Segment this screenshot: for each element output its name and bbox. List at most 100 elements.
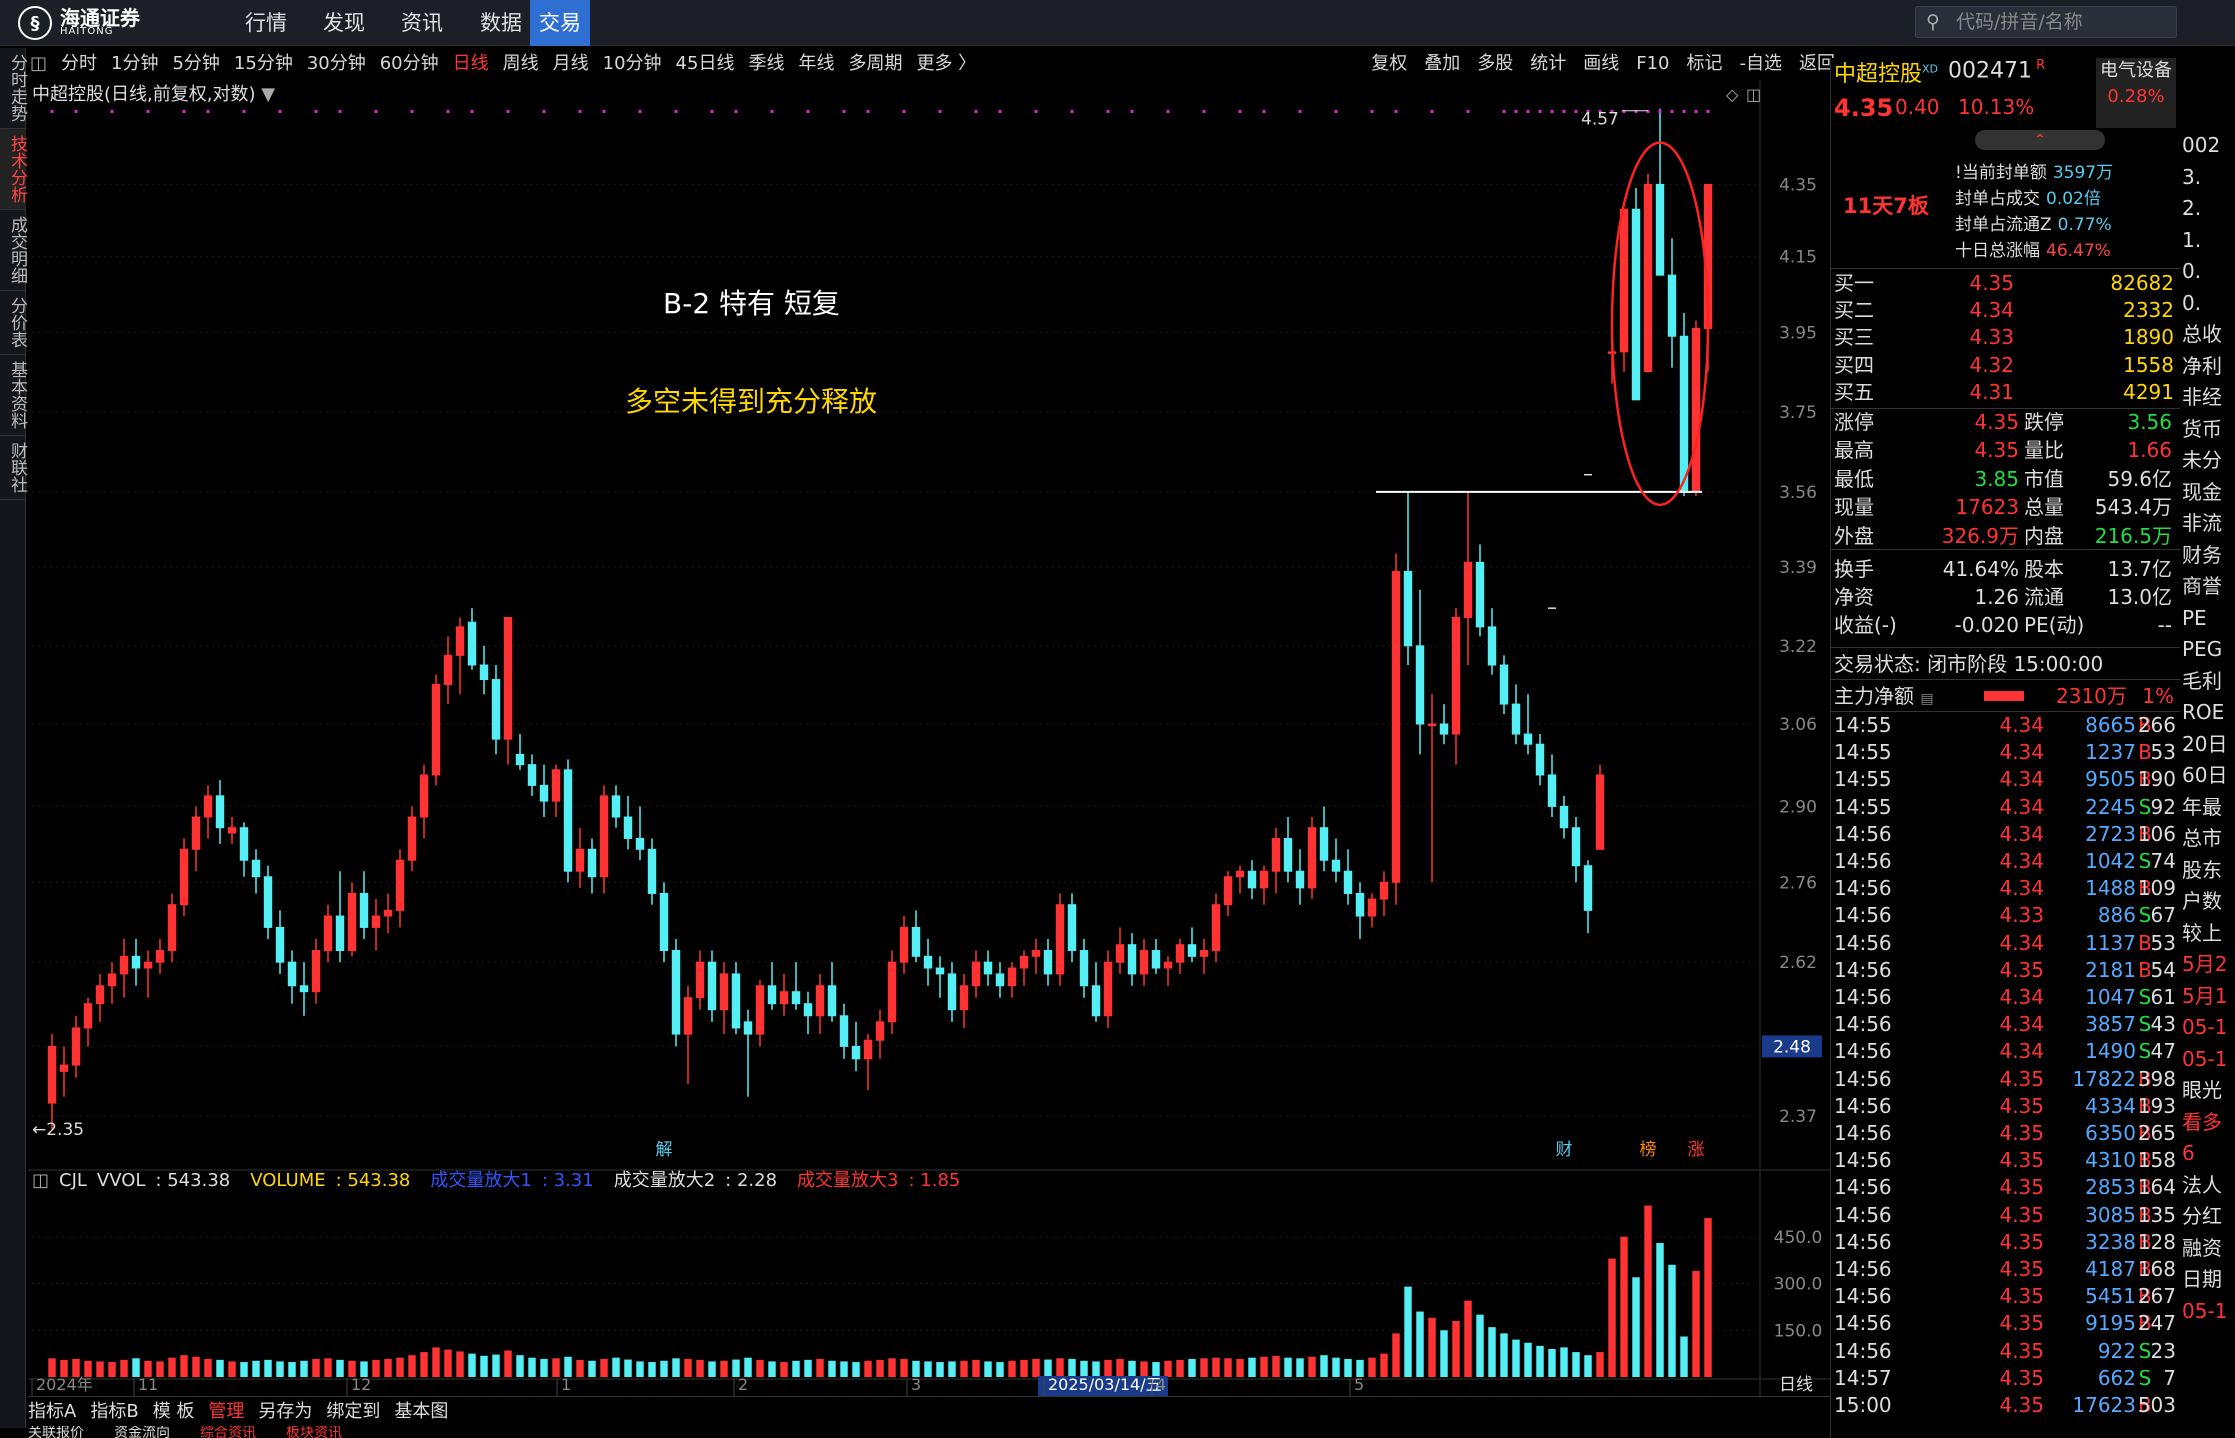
period-tab-4[interactable]: 30分钟 — [307, 48, 366, 80]
side-tab-0[interactable]: 分时走势 — [0, 48, 27, 129]
period-label[interactable]: 日线 — [1779, 1375, 1813, 1395]
fundamentals-item[interactable]: 2. — [2182, 193, 2235, 225]
period-tab-10[interactable]: 45日线 — [676, 48, 735, 80]
fundamentals-item[interactable]: 6 — [2182, 1138, 2235, 1170]
bottom-tab-1[interactable]: 指标B — [90, 1401, 138, 1422]
fundamentals-item[interactable]: 较上 — [2182, 918, 2235, 950]
bottom-tab-5[interactable]: 绑定到 — [326, 1401, 380, 1422]
fundamentals-item[interactable]: 净利 — [2182, 351, 2235, 383]
fundamentals-item[interactable]: 0. — [2182, 256, 2235, 288]
period-tab-12[interactable]: 年线 — [798, 48, 834, 80]
sector-badge[interactable]: 电气设备 0.28% — [2096, 58, 2176, 128]
info-tab-1[interactable]: 资金流向 — [114, 1426, 170, 1438]
fundamentals-item[interactable]: ROE — [2182, 697, 2235, 729]
side-tab-5[interactable]: 财联社 — [0, 436, 27, 500]
tool-button-3[interactable]: 统计 — [1530, 48, 1566, 80]
tool-button-0[interactable]: 复权 — [1371, 48, 1407, 80]
fundamentals-item[interactable]: PEG — [2182, 634, 2235, 666]
fundamentals-item[interactable]: 3. — [2182, 162, 2235, 194]
nav-2[interactable]: 资讯 — [391, 0, 453, 46]
period-tab-6[interactable]: 日线 — [453, 48, 489, 80]
side-tab-4[interactable]: 基本资料 — [0, 355, 27, 436]
period-tab-9[interactable]: 10分钟 — [603, 48, 662, 80]
period-tab-1[interactable]: 1分钟 — [111, 48, 158, 80]
tool-button-2[interactable]: 多股 — [1477, 48, 1513, 80]
period-tab-8[interactable]: 月线 — [553, 48, 589, 80]
tool-button-1[interactable]: 叠加 — [1424, 48, 1460, 80]
event-mark[interactable]: 财 — [1556, 1140, 1573, 1160]
side-tab-3[interactable]: 分价表 — [0, 291, 27, 355]
bottom-tab-6[interactable]: 基本图 — [394, 1401, 448, 1422]
period-tab-14[interactable]: 更多 〉 — [916, 48, 976, 80]
indicator-name[interactable]: CJL — [59, 1170, 87, 1191]
info-tab-2[interactable]: 综合资讯 — [200, 1426, 256, 1438]
fundamentals-item[interactable]: 05-1 — [2182, 1044, 2235, 1076]
fundamentals-item[interactable]: PE — [2182, 603, 2235, 635]
fundamentals-item[interactable]: 非流 — [2182, 508, 2235, 540]
fundamentals-item[interactable]: 融资 — [2182, 1233, 2235, 1265]
period-tab-7[interactable]: 周线 — [503, 48, 539, 80]
fundamentals-item[interactable]: 毛利 — [2182, 666, 2235, 698]
bid-row[interactable]: 买四 4.32 1558 — [1834, 352, 2178, 379]
info-tab-0[interactable]: 关联报价 — [28, 1426, 84, 1438]
fundamentals-item[interactable]: 看多 — [2182, 1107, 2235, 1139]
tool-button-6[interactable]: 标记 — [1687, 48, 1723, 80]
fundamentals-item[interactable]: 货币 — [2182, 414, 2235, 446]
bid-row[interactable]: 买二 4.34 2332 — [1834, 297, 2178, 324]
fundamentals-item[interactable]: 5月2 — [2182, 949, 2235, 981]
fundamentals-item[interactable]: 财务 — [2182, 540, 2235, 572]
info-tab-3[interactable]: 板块资讯 — [286, 1426, 342, 1438]
toggle-panel-icon[interactable]: ◫ — [30, 48, 47, 80]
fundamentals-item[interactable]: 股东 — [2182, 855, 2235, 887]
bottom-tab-3[interactable]: 管理 — [208, 1401, 244, 1422]
fundamentals-item[interactable]: 002 — [2182, 130, 2235, 162]
period-tab-11[interactable]: 季线 — [748, 48, 784, 80]
fundamentals-item[interactable]: 20日 — [2182, 729, 2235, 761]
fundamentals-item[interactable]: 法人 — [2182, 1170, 2235, 1202]
period-tab-2[interactable]: 5分钟 — [172, 48, 219, 80]
maximize-icon[interactable]: ◫ — [1746, 85, 1761, 104]
fundamentals-item[interactable]: 05-1 — [2182, 1296, 2235, 1328]
bid-row[interactable]: 买五 4.31 4291 — [1834, 379, 2178, 406]
event-mark[interactable]: 解 — [656, 1140, 673, 1160]
fundamentals-item[interactable]: 未分 — [2182, 445, 2235, 477]
bid-row[interactable]: 买三 4.33 1890 — [1834, 324, 2178, 351]
fundamentals-item[interactable]: 年最 — [2182, 792, 2235, 824]
fundamentals-item[interactable]: 现金 — [2182, 477, 2235, 509]
bid-row[interactable]: 买一 4.35 82682 — [1834, 270, 2178, 297]
nav-0[interactable]: 行情 — [235, 0, 297, 46]
fundamentals-item[interactable]: 0. — [2182, 288, 2235, 320]
period-tab-0[interactable]: 分时 — [61, 48, 97, 80]
fundamentals-item[interactable]: 总市 — [2182, 823, 2235, 855]
fundamentals-item[interactable]: 分红 — [2182, 1201, 2235, 1233]
period-tab-13[interactable]: 多周期 — [848, 48, 902, 80]
nav-4[interactable]: 交易 — [530, 0, 590, 46]
chevron-down-icon[interactable]: ▼ — [261, 84, 275, 105]
fundamentals-item[interactable]: 眼光 — [2182, 1075, 2235, 1107]
nav-1[interactable]: 发现 — [313, 0, 375, 46]
kline-chart[interactable]: 4.35 4.15 3.95 3.75 3.56 3.39 3.22 3.06 2.90 2.76… — [28, 80, 1831, 1396]
bottom-tab-2[interactable]: 模 板 — [153, 1401, 195, 1422]
settings-icon[interactable]: ◫ — [32, 1170, 49, 1191]
fundamentals-item[interactable]: 总收 — [2182, 319, 2235, 351]
fundamentals-item[interactable]: 60日 — [2182, 760, 2235, 792]
side-tab-1[interactable]: 技术分析 — [0, 129, 27, 210]
fundamentals-item[interactable]: 非经 — [2182, 382, 2235, 414]
fundamentals-item[interactable]: 商誉 — [2182, 571, 2235, 603]
bottom-tab-0[interactable]: 指标A — [28, 1401, 76, 1422]
stock-search-input[interactable]: ⚲ 代码/拼音/名称 — [1915, 6, 2177, 38]
diamond-icon[interactable]: ◇ — [1726, 85, 1739, 104]
tool-button-5[interactable]: F10 — [1636, 48, 1669, 80]
fundamentals-item[interactable]: 1. — [2182, 225, 2235, 257]
collapse-chevron-icon[interactable]: ⌃ — [1975, 130, 2105, 150]
fundamentals-item[interactable]: 户数 — [2182, 886, 2235, 918]
bottom-tab-4[interactable]: 另存为 — [258, 1401, 312, 1422]
fundamentals-item[interactable]: 日期 — [2182, 1264, 2235, 1296]
list-icon[interactable]: ▤ — [1920, 691, 1933, 707]
period-tab-5[interactable]: 60分钟 — [380, 48, 439, 80]
nav-3[interactable]: 数据 — [470, 0, 532, 46]
side-tab-2[interactable]: 成交明细 — [0, 210, 27, 291]
tool-button-7[interactable]: -自选 — [1740, 48, 1783, 80]
tool-button-4[interactable]: 画线 — [1583, 48, 1619, 80]
event-mark[interactable]: 榜 — [1640, 1140, 1657, 1160]
